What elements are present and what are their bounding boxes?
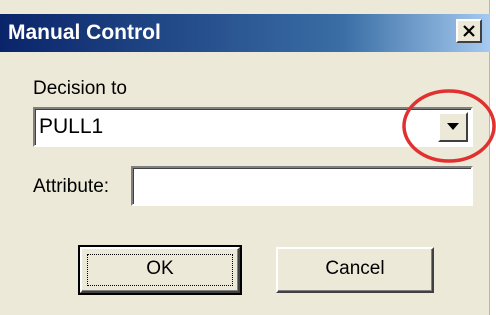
decision-dropdown[interactable]: PULL1 <box>33 107 473 147</box>
window-title: Manual Control <box>8 21 161 44</box>
decision-label: Decision to <box>33 78 127 99</box>
cancel-button-label: Cancel <box>325 258 385 279</box>
title-bar: Manual Control <box>0 14 490 52</box>
attribute-input[interactable] <box>131 166 473 206</box>
cancel-button[interactable]: Cancel <box>276 247 434 293</box>
ok-button[interactable]: OK <box>78 245 242 295</box>
close-icon <box>463 25 475 37</box>
decision-selected-value: PULL1 <box>39 115 104 138</box>
chevron-down-icon <box>447 123 459 130</box>
attribute-label: Attribute: <box>33 176 110 197</box>
manual-control-dialog: Manual Control Decision to PULL1 Attribu… <box>0 0 490 315</box>
dropdown-arrow-button[interactable] <box>438 112 468 142</box>
focus-rectangle <box>87 254 233 286</box>
close-button[interactable] <box>456 19 482 43</box>
